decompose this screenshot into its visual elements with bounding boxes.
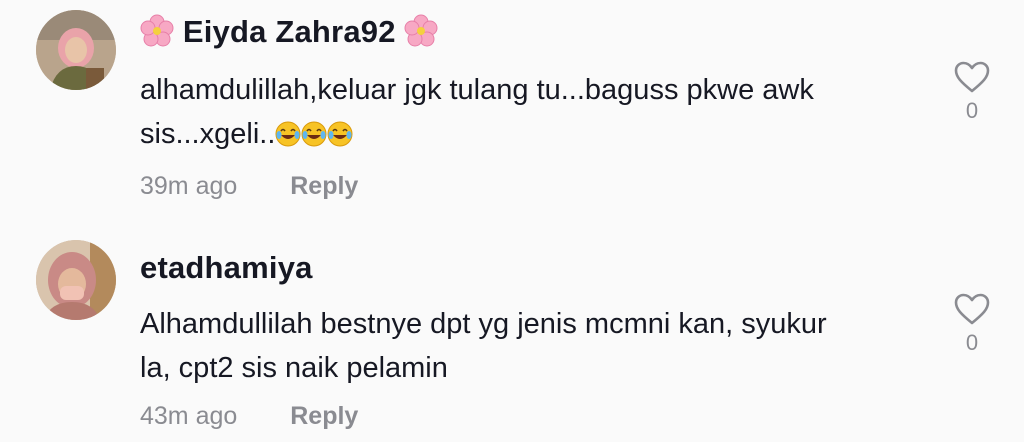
reply-button[interactable]: Reply (290, 402, 358, 430)
comment-item: Eiyda Zahra92 alhamdulillah,keluar jgk t… (0, 0, 1024, 230)
avatar[interactable] (36, 10, 116, 90)
comment-timestamp: 43m ago (140, 402, 238, 430)
avatar-image (36, 10, 116, 90)
cherry-blossom-icon (404, 14, 438, 48)
face-with-tears-of-joy-icon (301, 121, 327, 147)
heart-outline-icon (954, 293, 990, 325)
like-count: 0 (965, 98, 979, 123)
comment-text-line: Alhamdullilah bestnye dpt yg jenis mcmni… (140, 308, 827, 340)
comment-timestamp: 39m ago (140, 172, 238, 200)
comment-text-fragment: sis...xgeli.. (140, 118, 276, 150)
username-text: Eiyda Zahra92 (182, 14, 396, 49)
comment-meta: 39m ago Reply (140, 172, 358, 201)
heart-outline-icon (954, 61, 990, 93)
cherry-blossom-icon (140, 14, 174, 48)
comment-text-line: sis...xgeli.. (140, 112, 920, 156)
comment-meta: 43m ago Reply (140, 402, 358, 431)
face-with-tears-of-joy-icon (275, 121, 301, 147)
avatar-image (36, 240, 116, 320)
like-count: 0 (965, 330, 979, 355)
username-text: etadhamiya (140, 250, 313, 285)
comment-text: alhamdulillah,keluar jgk tulang tu...bag… (140, 68, 920, 156)
reply-button[interactable]: Reply (290, 172, 358, 200)
avatar[interactable] (36, 240, 116, 320)
like-button[interactable]: 0 (952, 60, 992, 124)
like-button[interactable]: 0 (952, 292, 992, 356)
comment-text: Alhamdullilah bestnye dpt yg jenis mcmni… (140, 302, 920, 390)
comment-username[interactable]: Eiyda Zahra92 (140, 14, 438, 50)
comment-username[interactable]: etadhamiya (140, 250, 313, 286)
face-with-tears-of-joy-icon (327, 121, 353, 147)
comment-text-line: la, cpt2 sis naik pelamin (140, 352, 448, 384)
comment-text-line: alhamdulillah,keluar jgk tulang tu...bag… (140, 74, 814, 106)
comment-item: etadhamiya Alhamdullilah bestnye dpt yg … (0, 230, 1024, 442)
